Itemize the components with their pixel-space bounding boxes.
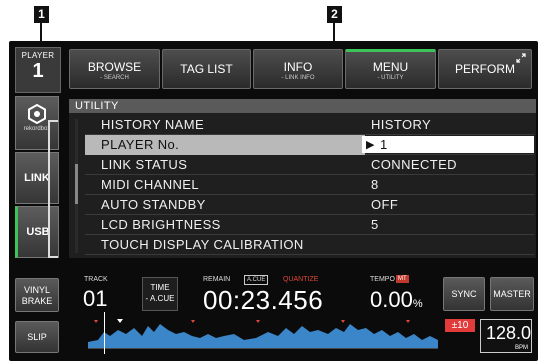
row-value: 1 [380, 137, 388, 152]
utility-row-history-name[interactable]: HISTORY NAME HISTORY [85, 115, 534, 135]
sync-button[interactable]: SYNC [443, 277, 485, 311]
remain-label: REMAIN [203, 276, 231, 283]
bpm-value: 128.0 [486, 323, 532, 343]
menu-button[interactable]: MENU - UTILITY [345, 49, 436, 89]
browse-button[interactable]: BROWSE - SEARCH [69, 49, 160, 89]
info-label: INFO [283, 60, 313, 74]
tempo-display: 0.00% [370, 287, 423, 313]
tag-list-label: TAG LIST [180, 62, 233, 76]
row-name: AUTO STANDBY [101, 197, 206, 212]
info-sub-label: - LINK INFO [281, 75, 315, 81]
utility-row-midi-channel[interactable]: MIDI CHANNEL 8 [85, 175, 534, 195]
tempo-unit: % [412, 298, 423, 310]
utility-panel: UTILITY HISTORY NAME HISTORY PLAYER No. … [69, 99, 536, 258]
browse-label: BROWSE [87, 60, 142, 74]
utility-row-lcd-brightness[interactable]: LCD BRIGHTNESS 5 [85, 215, 534, 235]
utility-row-auto-standby[interactable]: AUTO STANDBY OFF [85, 195, 534, 215]
expand-arrows-icon [516, 53, 526, 63]
selection-arrow-icon: ▶ [366, 139, 375, 151]
player-label: PLAYER [21, 51, 55, 60]
row-name: LINK STATUS [101, 157, 188, 172]
row-name: HISTORY NAME [101, 117, 205, 132]
bpm-display: 128.0 BPM [480, 319, 532, 353]
perform-label: PERFORM [455, 62, 515, 76]
selected-value-box [362, 136, 534, 153]
info-button[interactable]: INFO - LINK INFO [253, 49, 343, 89]
vinyl-brake-button[interactable]: VINYL BRAKE [15, 278, 59, 312]
tag-list-button[interactable]: TAG LIST [162, 49, 251, 89]
vinyl-brake-label-1: VINYL [23, 285, 50, 295]
utility-row-link-status[interactable]: LINK STATUS CONNECTED [85, 155, 534, 175]
browse-sub-label: - SEARCH [100, 75, 129, 81]
row-name: PLAYER No. [85, 135, 365, 155]
utility-row-player-no[interactable]: PLAYER No. ▶ 1 [85, 135, 534, 155]
bpm-unit: BPM [514, 345, 528, 351]
time-mode-button[interactable]: TIME - A.CUE [142, 277, 178, 311]
overview-waveform[interactable] [88, 318, 438, 350]
tempo-value: 0.00 [370, 287, 413, 312]
time-label: TIME [150, 283, 170, 292]
row-value: OFF [371, 197, 399, 212]
row-name: TOUCH DISPLAY CALIBRATION [101, 237, 304, 252]
slip-button[interactable]: SLIP [15, 321, 59, 353]
vinyl-brake-label-2: BRAKE [21, 296, 53, 306]
playhead-marker [104, 312, 105, 354]
perform-button[interactable]: PERFORM [438, 49, 532, 89]
utility-title: UTILITY [69, 99, 536, 113]
row-name: LCD BRIGHTNESS [101, 217, 221, 232]
row-name: MIDI CHANNEL [101, 177, 199, 192]
tempo-label: TEMPO [370, 276, 395, 283]
callout-1: 1 [34, 6, 49, 23]
track-number: 01 [83, 286, 108, 311]
menu-sub-label: - UTILITY [377, 75, 404, 81]
row-value: CONNECTED [371, 157, 457, 172]
callout-1-bracket [48, 120, 58, 258]
remain-time-display: 00:23.456 [203, 285, 324, 315]
tempo-range-indicator: ±10 [445, 319, 475, 332]
player-indicator: PLAYER 1 [15, 47, 61, 93]
scrollbar-thumb[interactable] [75, 164, 78, 204]
player-number: 1 [32, 60, 44, 82]
row-value: 5 [371, 217, 379, 232]
rekordbox-logo-icon [28, 104, 46, 124]
callout-2: 2 [327, 6, 342, 23]
auto-cue-label: - A.CUE [145, 294, 175, 303]
row-value: 8 [371, 177, 379, 192]
track-label: TRACK [84, 276, 108, 283]
master-button[interactable]: MASTER [490, 277, 534, 311]
row-value: HISTORY [371, 117, 432, 132]
master-tempo-indicator: MT [396, 275, 409, 283]
menu-label: MENU [372, 60, 409, 74]
quantize-indicator: QUANTIZE [283, 276, 319, 283]
acue-indicator: A.CUE [244, 275, 269, 285]
utility-row-touch-calibration[interactable]: TOUCH DISPLAY CALIBRATION [85, 235, 534, 255]
